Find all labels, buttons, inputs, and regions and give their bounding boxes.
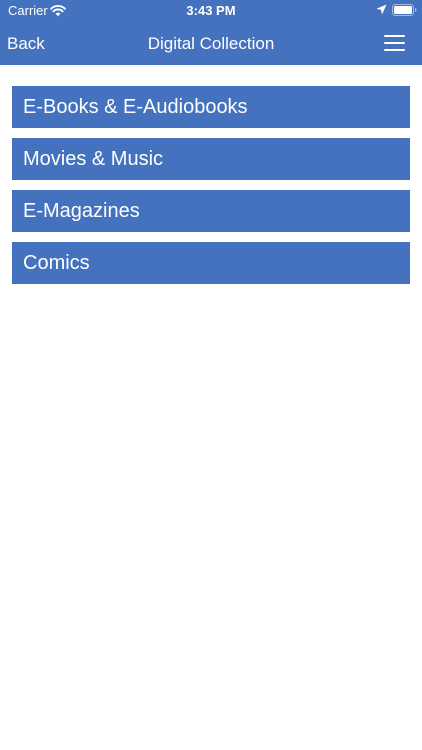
location-icon — [376, 4, 387, 15]
menu-item-comics[interactable]: Comics — [12, 242, 410, 284]
status-bar: Carrier 3:43 PM — [0, 0, 422, 22]
top-bar: Carrier 3:43 PM Back Digital Collection — [0, 0, 422, 65]
page-title: Digital Collection — [147, 34, 275, 53]
menu-line — [384, 49, 405, 51]
back-button[interactable]: Back — [7, 22, 45, 65]
menu-line — [384, 42, 405, 44]
collection-menu: E-Books & E-Audiobooks Movies & Music E-… — [12, 86, 410, 294]
navigation-bar: Back Digital Collection — [0, 22, 422, 65]
status-time: 3:43 PM — [186, 3, 236, 18]
hamburger-menu-icon[interactable] — [380, 32, 408, 54]
menu-line — [384, 35, 405, 37]
menu-item-ebooks[interactable]: E-Books & E-Audiobooks — [12, 86, 410, 128]
battery-icon — [392, 4, 417, 16]
menu-item-emagazines[interactable]: E-Magazines — [12, 190, 410, 232]
menu-item-movies-music[interactable]: Movies & Music — [12, 138, 410, 180]
